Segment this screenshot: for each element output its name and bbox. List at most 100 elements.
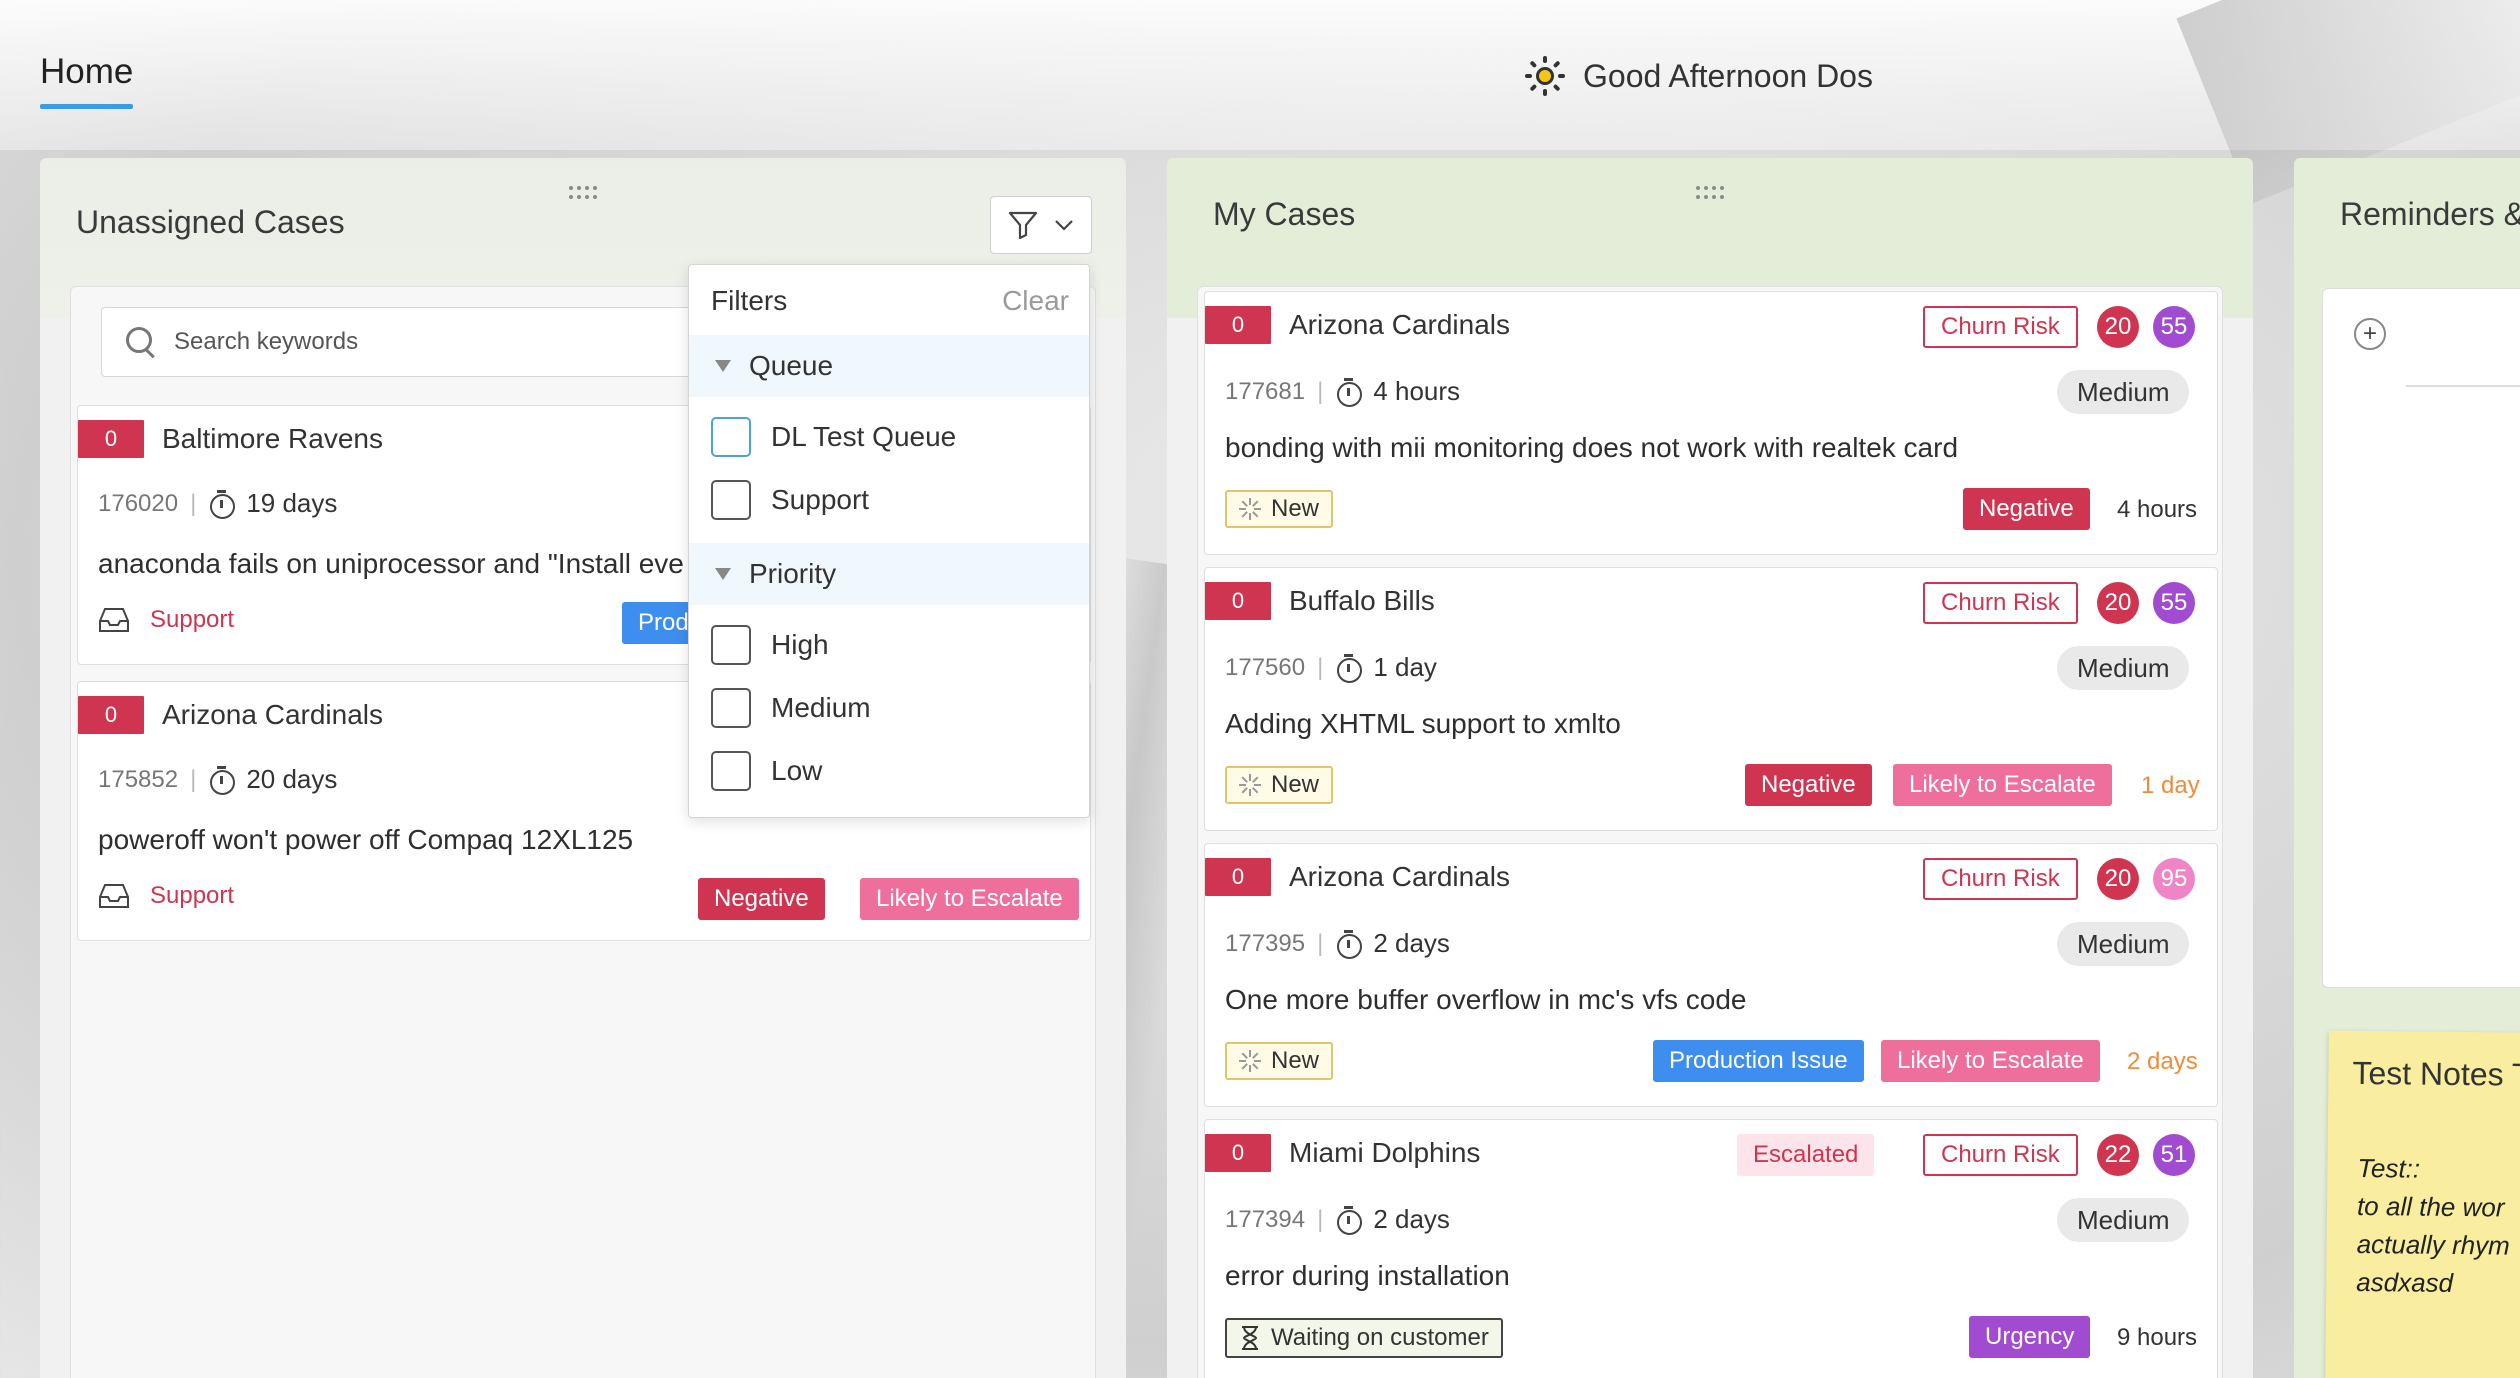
- status-tag: Waiting on customer: [1225, 1318, 1503, 1358]
- timer-icon: [208, 489, 236, 519]
- caret-down-icon: [715, 568, 731, 580]
- inbox-icon: [99, 608, 129, 632]
- header-backdrop: [0, 0, 2520, 150]
- case-id: 177681: [1225, 377, 1306, 405]
- timer-icon: [208, 765, 236, 795]
- option-label: Low: [771, 755, 823, 786]
- drag-handle-icon[interactable]: [568, 186, 598, 200]
- checkbox[interactable]: [711, 688, 751, 728]
- funnel-icon: [1008, 211, 1038, 239]
- tag-negative[interactable]: Negative: [1745, 764, 1872, 806]
- account-name[interactable]: Arizona Cardinals: [1289, 306, 1510, 344]
- inbox-icon: [99, 884, 129, 908]
- case-card[interactable]: 0 Miami Dolphins Escalated Churn Risk 22…: [1204, 1119, 2218, 1378]
- tag-likely-to-escalate[interactable]: Likely to Escalate: [1881, 1040, 2100, 1082]
- note-line: actually rhym: [2356, 1228, 2510, 1261]
- filter-option-support[interactable]: Support: [711, 480, 869, 520]
- clear-filters-button[interactable]: Clear: [1002, 285, 1069, 317]
- case-meta: 177681 | 4 hours: [1225, 376, 1461, 407]
- loading-icon: [1239, 1050, 1261, 1072]
- case-duration: 2 days: [1373, 928, 1450, 958]
- priority-pill: Medium: [2057, 646, 2190, 690]
- note-line: to all the wor: [2356, 1190, 2505, 1223]
- timer-icon: [1335, 653, 1363, 683]
- case-card[interactable]: 0 Arizona Cardinals Churn Risk 20 95 177…: [1204, 843, 2218, 1107]
- status-label: New: [1271, 771, 1320, 798]
- case-description[interactable]: bonding with mii monitoring does not wor…: [1225, 432, 2205, 464]
- drag-handle-icon[interactable]: [1695, 186, 1725, 200]
- account-name[interactable]: Miami Dolphins: [1289, 1134, 1480, 1172]
- filter-group-label: Queue: [749, 350, 834, 381]
- case-description[interactable]: One more buffer overflow in mc's vfs cod…: [1225, 984, 2205, 1016]
- tag-negative[interactable]: Negative: [1963, 488, 2090, 530]
- tag-churn-risk[interactable]: Churn Risk: [1923, 1134, 2078, 1176]
- account-name[interactable]: Buffalo Bills: [1289, 582, 1435, 620]
- tab-home-label: Home: [40, 52, 134, 91]
- queue-name: Support: [150, 882, 235, 909]
- case-meta: 177395 | 2 days: [1225, 928, 1450, 959]
- account-name[interactable]: Baltimore Ravens: [162, 420, 383, 458]
- tag-likely-to-escalate[interactable]: Likely to Escalate: [1893, 764, 2112, 806]
- account-name[interactable]: Arizona Cardinals: [162, 696, 383, 734]
- filter-group-priority[interactable]: Priority: [689, 543, 1089, 605]
- tag-churn-risk[interactable]: Churn Risk: [1923, 858, 2078, 900]
- case-description[interactable]: anaconda fails on uniprocessor and "Inst…: [98, 548, 698, 580]
- score-badge: 55: [2153, 582, 2195, 624]
- tab-home[interactable]: Home: [40, 52, 134, 109]
- score-badge: 51: [2153, 1134, 2195, 1176]
- filter-button[interactable]: [990, 196, 1092, 254]
- tag-escalated[interactable]: Escalated: [1737, 1134, 1875, 1176]
- caret-down-icon: [715, 360, 731, 372]
- greeting-text: Good Afternoon Dos: [1583, 57, 1873, 94]
- status-tag: New: [1225, 490, 1334, 528]
- status-tag: New: [1225, 766, 1334, 804]
- checkbox[interactable]: [711, 480, 751, 520]
- chevron-down-icon: [1055, 220, 1073, 231]
- count-badge: 0: [78, 420, 144, 458]
- timer-icon: [1335, 929, 1363, 959]
- search-field[interactable]: [101, 307, 741, 377]
- timer-icon: [1335, 1205, 1363, 1235]
- case-card[interactable]: 0 Buffalo Bills Churn Risk 20 55 177560 …: [1204, 567, 2218, 831]
- filter-option-medium[interactable]: Medium: [711, 688, 871, 728]
- tag-likely-to-escalate[interactable]: Likely to Escalate: [860, 878, 1079, 920]
- case-description[interactable]: poweroff won't power off Compaq 12XL125: [98, 824, 998, 856]
- checkbox[interactable]: [711, 417, 751, 457]
- search-input[interactable]: [174, 328, 694, 356]
- tag-production-issue[interactable]: Production Issue: [1653, 1040, 1864, 1082]
- tag-churn-risk[interactable]: Churn Risk: [1923, 306, 2078, 348]
- note-title: Test Notes T: [2352, 1054, 2520, 1093]
- filter-option-low[interactable]: Low: [711, 751, 822, 791]
- case-card[interactable]: 0 Arizona Cardinals Churn Risk 20 55 177…: [1204, 291, 2218, 555]
- case-duration: 1 day: [1373, 652, 1437, 682]
- case-description[interactable]: Adding XHTML support to xmlto: [1225, 708, 2205, 740]
- case-id: 176020: [98, 489, 179, 517]
- checkbox[interactable]: [711, 625, 751, 665]
- sticky-note[interactable]: Test Notes T Test:: to all the wor actua…: [2325, 1030, 2520, 1378]
- case-age: 1 day: [2141, 772, 2200, 799]
- add-reminder-button[interactable]: +: [2354, 318, 2386, 350]
- filter-group-queue[interactable]: Queue: [689, 335, 1089, 397]
- priority-pill: Medium: [2057, 1198, 2190, 1242]
- count-badge: 0: [1205, 858, 1271, 896]
- case-duration: 2 days: [1373, 1204, 1450, 1234]
- status-label: New: [1271, 1047, 1320, 1074]
- case-description[interactable]: error during installation: [1225, 1260, 2205, 1292]
- active-tab-indicator: [40, 104, 134, 109]
- case-duration: 20 days: [246, 764, 338, 794]
- loading-icon: [1239, 774, 1261, 796]
- tag-negative[interactable]: Negative: [698, 878, 825, 920]
- checkbox[interactable]: [711, 751, 751, 791]
- account-name[interactable]: Arizona Cardinals: [1289, 858, 1510, 896]
- score-badge: 55: [2153, 306, 2195, 348]
- tag-urgency[interactable]: Urgency: [1969, 1316, 2091, 1358]
- score-badge: 20: [2097, 306, 2139, 348]
- tag-churn-risk[interactable]: Churn Risk: [1923, 582, 2078, 624]
- filter-group-label: Priority: [749, 558, 837, 589]
- filter-option-high[interactable]: High: [711, 625, 829, 665]
- queue-name: Support: [150, 606, 235, 633]
- case-meta: 177394 | 2 days: [1225, 1204, 1450, 1235]
- filter-option-dl-test-queue[interactable]: DL Test Queue: [711, 417, 956, 457]
- status-label: New: [1271, 495, 1320, 522]
- option-label: DL Test Queue: [771, 421, 957, 452]
